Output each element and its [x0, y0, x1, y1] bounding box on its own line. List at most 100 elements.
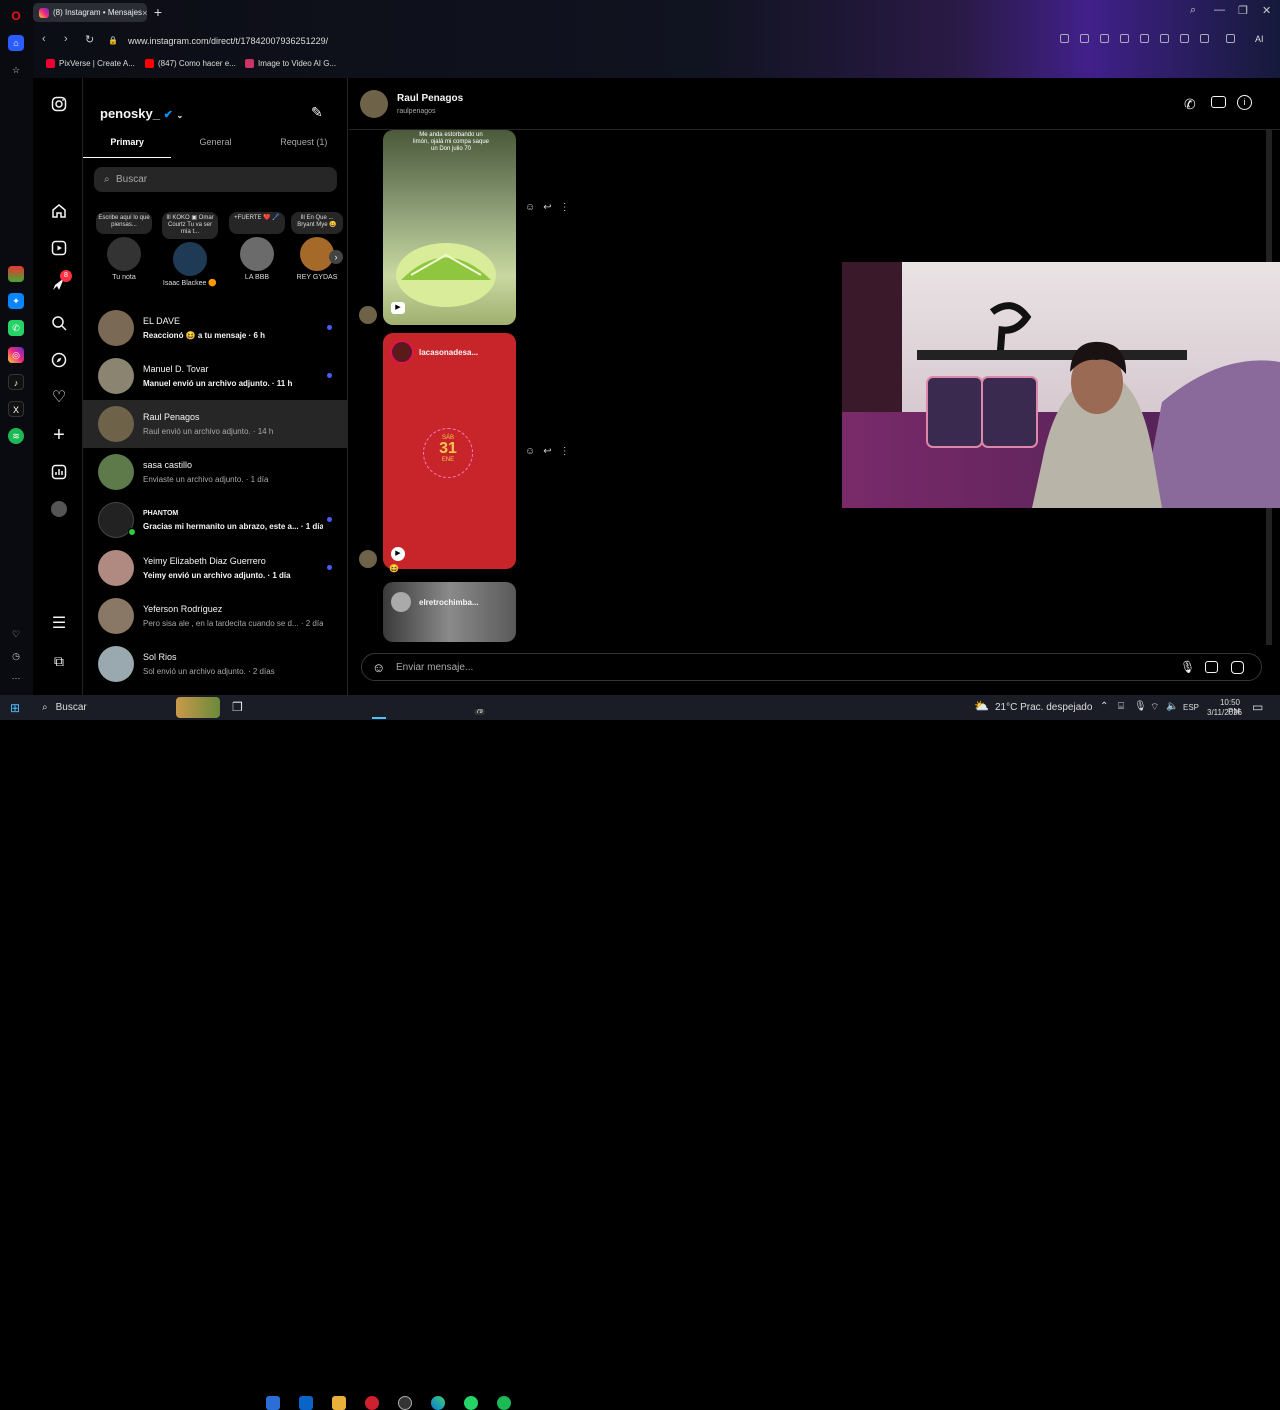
create-icon[interactable]: + — [50, 424, 68, 446]
store-icon[interactable] — [266, 1396, 280, 1410]
new-message-icon[interactable]: ✎ — [311, 104, 323, 121]
outlook-icon[interactable] — [299, 1396, 313, 1410]
whatsapp-icon[interactable]: ✆ — [8, 320, 24, 336]
task-view-icon[interactable]: ❒ — [232, 700, 243, 714]
browser-tab[interactable]: (8) Instagram • Mensajes × — [33, 3, 147, 22]
chat-name[interactable]: Raul Penagos — [397, 93, 463, 104]
threads-icon[interactable]: ⧉ — [50, 652, 68, 670]
heart-icon[interactable]: ♡ — [8, 626, 24, 642]
messages-icon[interactable]: 8 — [50, 270, 72, 293]
x-icon[interactable]: X — [8, 401, 24, 417]
conversation-item[interactable]: Manuel D. Tovar Manuel envió un archivo a… — [83, 352, 348, 400]
opera-logo-icon[interactable]: O — [8, 8, 24, 24]
minimize-icon[interactable]: — — [1214, 4, 1225, 16]
spotify-icon[interactable] — [497, 1396, 511, 1410]
reply-icon[interactable]: ↩ — [543, 202, 551, 213]
note-item[interactable]: Escribe aquí lo que piensas... Tu nota — [96, 212, 152, 281]
sticker-icon[interactable] — [1231, 661, 1244, 674]
messenger-icon[interactable]: ✦ — [8, 293, 24, 309]
file-explorer-icon[interactable] — [332, 1396, 346, 1410]
video-call-icon[interactable] — [1211, 96, 1226, 108]
search-icon[interactable] — [50, 314, 68, 332]
spotify-icon[interactable]: ≋ — [8, 428, 24, 444]
camera-icon[interactable] — [1080, 34, 1089, 43]
whatsapp-icon[interactable] — [464, 1396, 478, 1410]
edge-icon[interactable] — [431, 1396, 445, 1410]
language-indicator[interactable]: ESP — [1183, 703, 1199, 712]
tab-general[interactable]: General — [171, 130, 259, 158]
bookmark-youtube[interactable]: (847) Como hacer e... — [145, 59, 236, 68]
aria-button[interactable]: AI — [1255, 34, 1264, 44]
back-icon[interactable]: ‹ — [42, 33, 46, 45]
shared-reel[interactable]: Me anda estorbando un limón, ojalá mi co… — [383, 130, 516, 325]
microphone-icon[interactable]: 🎙 — [1180, 660, 1195, 674]
volume-icon[interactable]: 🔈 — [1166, 701, 1178, 712]
heart-icon[interactable] — [1140, 34, 1149, 43]
menu-icon[interactable]: ☰ — [50, 614, 68, 632]
phone-icon[interactable]: ✆ — [1184, 96, 1196, 113]
bookmark-pixverse[interactable]: PixVerse | Create A... — [46, 59, 135, 68]
tray-chevron-icon[interactable]: ⌃ — [1100, 701, 1108, 712]
app-icon[interactable] — [8, 266, 24, 282]
explore-icon[interactable] — [50, 351, 68, 369]
close-window-icon[interactable]: ✕ — [1262, 4, 1271, 17]
instagram-logo-icon[interactable] — [50, 95, 68, 113]
react-icon[interactable]: ☺ — [525, 202, 535, 213]
chevron-right-icon[interactable]: › — [329, 250, 343, 264]
reels-icon[interactable] — [50, 239, 68, 257]
conversation-item[interactable]: Sol Rios Sol envió un archivo adjunto. · … — [83, 640, 348, 688]
star-icon[interactable]: ☆ — [8, 62, 24, 78]
notifications-heart-icon[interactable]: ♡ — [50, 388, 68, 406]
bookmark-image-to-video[interactable]: Image to Video AI G... — [245, 59, 336, 68]
edit-icon[interactable] — [1060, 34, 1069, 43]
conversation-item[interactable]: EL DAVE Reaccionó 😆 a tu mensaje · 6 h — [83, 304, 348, 352]
image-icon[interactable] — [1205, 661, 1218, 673]
app-icon[interactable] — [398, 1396, 412, 1410]
more-icon[interactable]: ⋮ — [560, 446, 570, 457]
opera-icon[interactable] — [365, 1396, 379, 1410]
weather-text[interactable]: 21°C Prac. despejado — [995, 702, 1092, 713]
wifi-icon[interactable]: ⌔ — [1150, 701, 1159, 714]
tab-requests[interactable]: Request (1) — [260, 130, 348, 158]
clock-icon[interactable]: ◷ — [8, 648, 24, 664]
search-tabs-icon[interactable]: ⌕ — [1190, 4, 1196, 17]
reply-icon[interactable]: ↩ — [543, 446, 551, 457]
download-icon[interactable] — [1160, 34, 1169, 43]
menu-icon[interactable] — [1180, 34, 1189, 43]
search-input[interactable]: ⌕ Buscar — [94, 167, 337, 192]
shared-post[interactable]: lacasonadesa... SÁB 31 ENE ▶ — [383, 333, 516, 569]
play-icon[interactable] — [1120, 34, 1129, 43]
forward-icon[interactable]: › — [64, 33, 68, 45]
avatar[interactable] — [360, 90, 388, 118]
react-icon[interactable]: ☺ — [525, 446, 535, 457]
instagram-icon[interactable]: ◎ — [8, 347, 24, 363]
info-icon[interactable]: i — [1237, 95, 1252, 110]
extension-icon[interactable] — [1226, 34, 1235, 43]
close-tab-icon[interactable]: × — [142, 8, 147, 18]
microphone-icon[interactable]: 🎙 — [1134, 701, 1147, 712]
shield-icon[interactable] — [1100, 34, 1109, 43]
conversation-item[interactable]: PHANTOM Gracias mi hermanito un abrazo, e… — [83, 496, 348, 544]
note-item[interactable]: +FUERTE ❤️ 🖊️ LA BBB — [229, 212, 285, 281]
account-switcher[interactable]: penosky_ ✔ ⌄ — [100, 106, 183, 121]
more-icon[interactable]: ··· — [8, 670, 24, 686]
reload-icon[interactable]: ↻ — [85, 33, 94, 46]
wallet-icon[interactable] — [1200, 34, 1209, 43]
conversation-item[interactable]: Yeferson Rodríguez Pero sisa ale , en la … — [83, 592, 348, 640]
network-icon[interactable]: ⌸ — [1118, 701, 1124, 712]
profile-avatar[interactable] — [50, 500, 68, 518]
more-icon[interactable]: ⋮ — [560, 202, 570, 213]
shared-reel[interactable]: elretrochimba... — [383, 582, 516, 642]
windows-start-icon[interactable]: ⊞ — [10, 701, 20, 715]
message-input[interactable]: ☺ Enviar mensaje... 🎙 — [361, 653, 1262, 681]
tiktok-icon[interactable]: ♪ — [8, 374, 24, 390]
restore-icon[interactable]: ❐ — [1238, 4, 1248, 17]
conversation-item[interactable]: sasa castillo Enviaste un archivo adjunto… — [83, 448, 348, 496]
conversation-item[interactable]: Yeimy Elizabeth Diaz Guerrero Yeimy envió… — [83, 544, 348, 592]
new-tab-button[interactable]: + — [151, 5, 165, 19]
home-icon[interactable] — [50, 202, 68, 220]
conversation-item-selected[interactable]: Raul Penagos Raul envió un archivo adjunt… — [83, 400, 348, 448]
note-item[interactable]: Ill KOKO ▣ Omar Courtz Tu va ser mía t..… — [162, 212, 218, 287]
address-bar[interactable]: 🔒 www.instagram.com/direct/t/17842007936… — [108, 32, 1248, 49]
tab-primary[interactable]: Primary — [83, 130, 172, 158]
